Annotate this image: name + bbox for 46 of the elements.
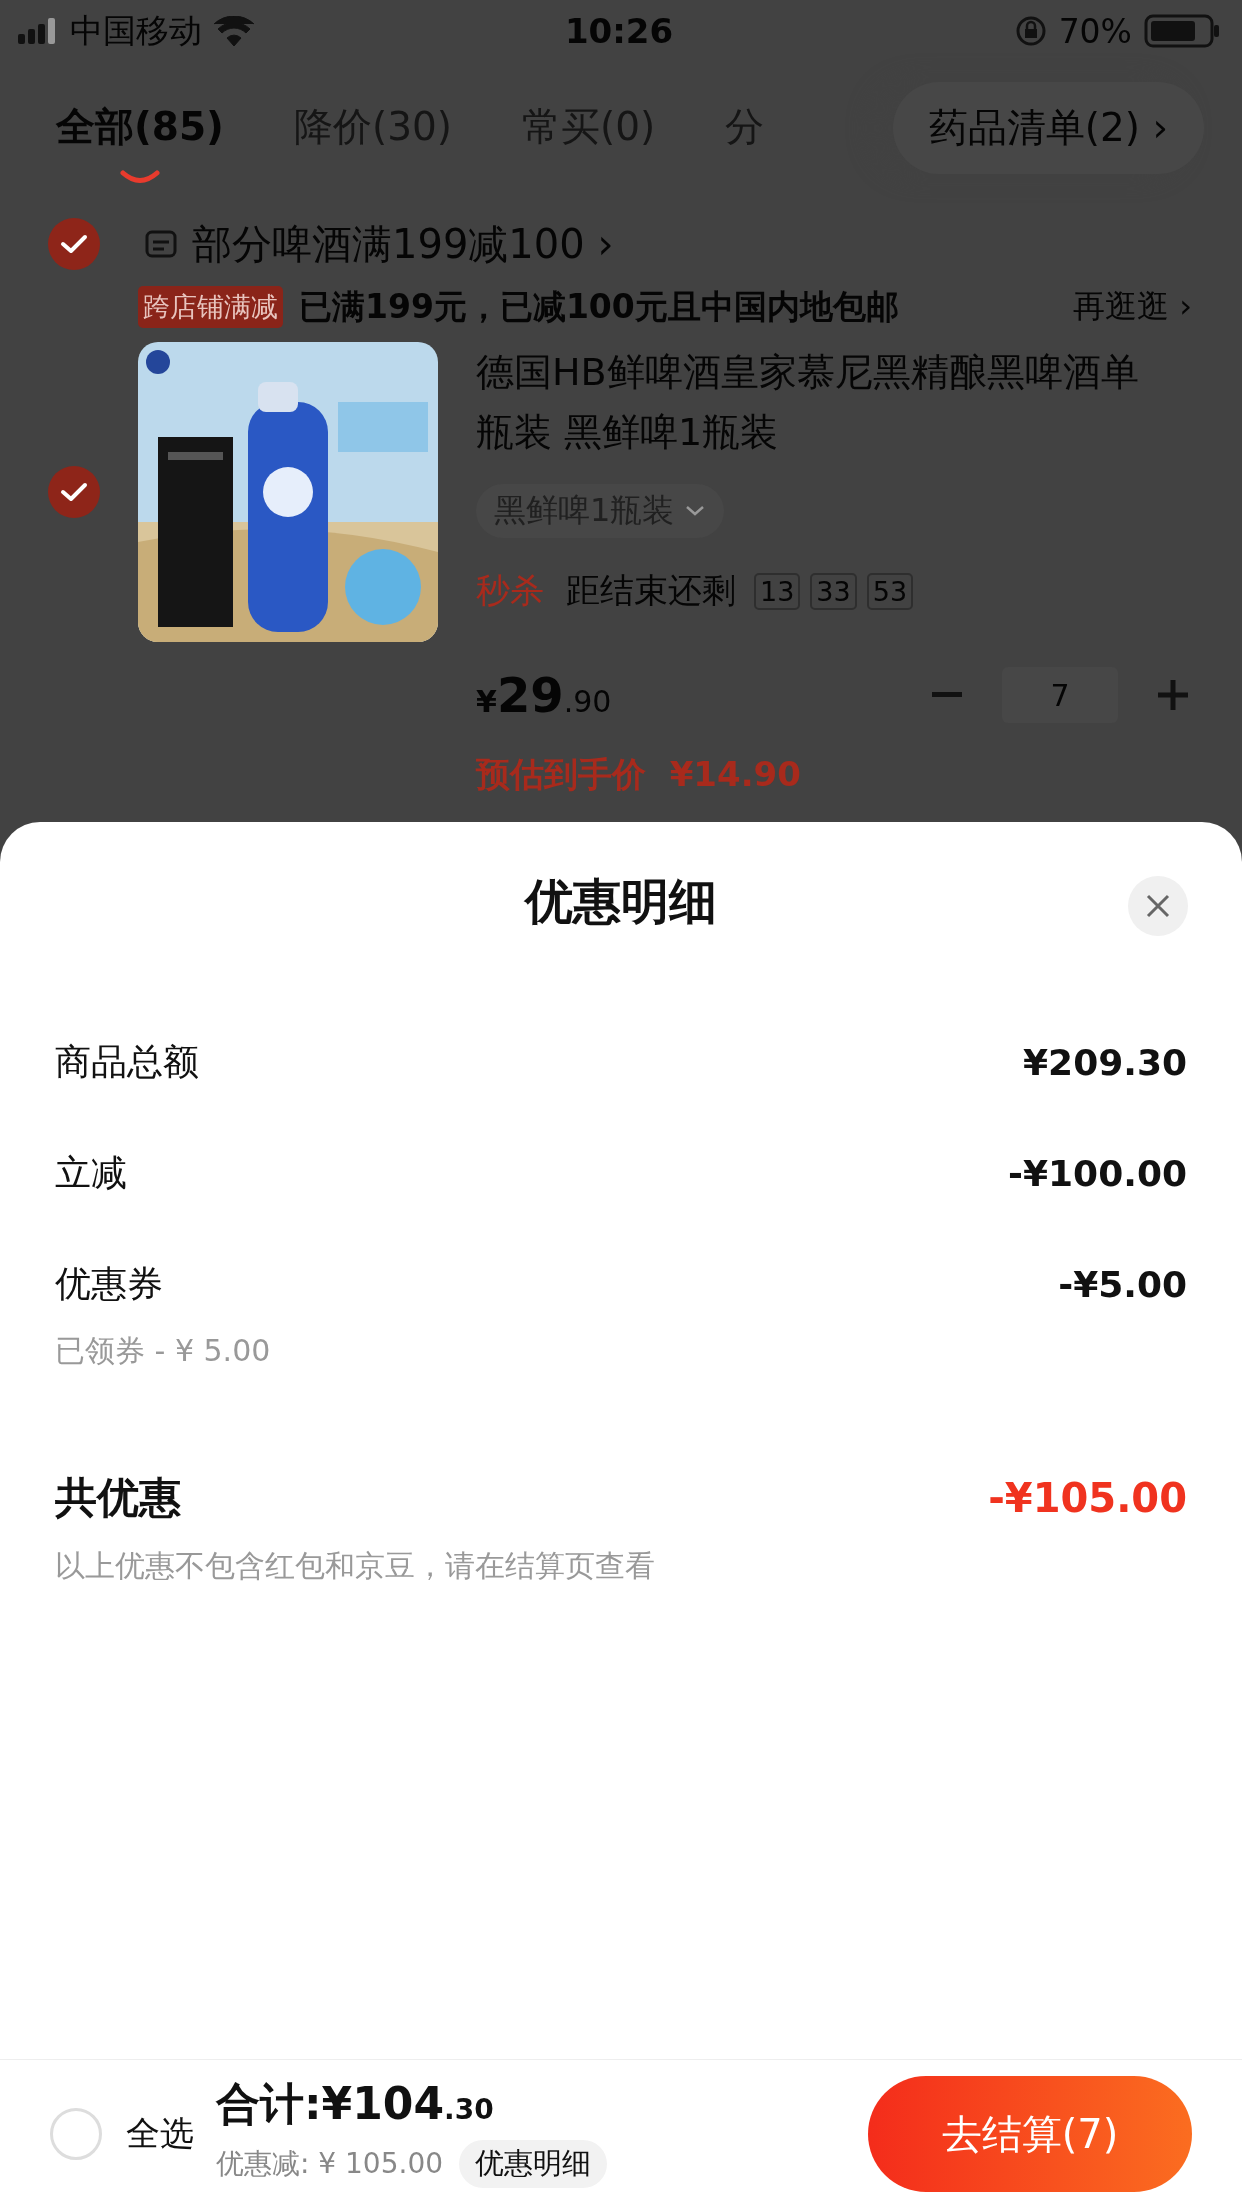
- total-note: 以上优惠不包含红包和京豆，请在结算页查看: [55, 1547, 656, 1585]
- rotation-lock-icon: [1014, 15, 1047, 47]
- row-note: 已领券 - ¥ 5.00: [55, 1332, 272, 1370]
- promo-message: 已满199元，已减100元且中国内地包邮: [299, 285, 900, 328]
- row-amount: ¥209.30: [1023, 1042, 1187, 1083]
- shop-icon: [144, 228, 180, 260]
- promo-tag: 跨店铺满减: [138, 286, 283, 328]
- total-price: 合计:¥104.30: [216, 2076, 495, 2131]
- estimated-price: 预估到手价 ¥14.90: [476, 753, 802, 796]
- signal-icon: [18, 18, 58, 44]
- carrier-name: 中国移动: [70, 9, 202, 52]
- product-price: ¥29.90: [476, 667, 612, 723]
- promo-title[interactable]: 部分啤酒满199减100 ›: [192, 216, 614, 272]
- row-amount: -¥100.00: [1008, 1153, 1187, 1194]
- product-title[interactable]: 德国HB鲜啤酒皇家慕尼黑精酿黑啤酒单瓶装 黑鲜啤1瓶装: [476, 342, 1141, 462]
- flash-sale-label: 秒杀: [476, 569, 544, 612]
- clock-time: 10:26: [564, 11, 674, 51]
- category-tab[interactable]: 全部(85): [56, 100, 224, 154]
- battery-icon: [1144, 14, 1220, 48]
- browse-more-link[interactable]: 再逛逛 ›: [1073, 285, 1192, 329]
- row-label: 优惠券: [55, 1262, 163, 1306]
- countdown-label: 距结束还剩: [566, 569, 736, 612]
- checkout-button[interactable]: 去结算(7): [868, 2076, 1192, 2192]
- row-label: 商品总额: [55, 1040, 199, 1084]
- battery-percent: 70%: [1058, 11, 1132, 51]
- total-discount-label: 共优惠: [55, 1472, 181, 1524]
- discount-amount: 优惠减: ¥ 105.00: [216, 2145, 444, 2182]
- row-label: 立减: [55, 1151, 127, 1195]
- sheet-title: 优惠明细: [525, 872, 717, 931]
- medicine-list-button[interactable]: 药品清单(2) ›: [892, 82, 1204, 174]
- select-all-checkbox[interactable]: [50, 2108, 102, 2160]
- countdown-digit: 53: [866, 572, 914, 610]
- quantity-field[interactable]: 7: [1002, 667, 1118, 723]
- wifi-icon: [214, 16, 254, 46]
- countdown-digit: 13: [754, 572, 801, 610]
- select-all-label[interactable]: 全选: [126, 2111, 194, 2157]
- checkbox[interactable]: [48, 218, 100, 270]
- checkbox[interactable]: [48, 466, 100, 518]
- row-amount: -¥5.00: [1058, 1264, 1187, 1305]
- checkmark-icon: [60, 481, 88, 503]
- discount-details-button[interactable]: 优惠明细: [459, 2139, 608, 2188]
- total-discount-amount: -¥105.00: [988, 1475, 1187, 1521]
- tab-indicator: [119, 170, 160, 184]
- countdown-digit: 33: [810, 572, 857, 610]
- checkmark-icon: [60, 233, 88, 255]
- close-icon: [1145, 893, 1171, 919]
